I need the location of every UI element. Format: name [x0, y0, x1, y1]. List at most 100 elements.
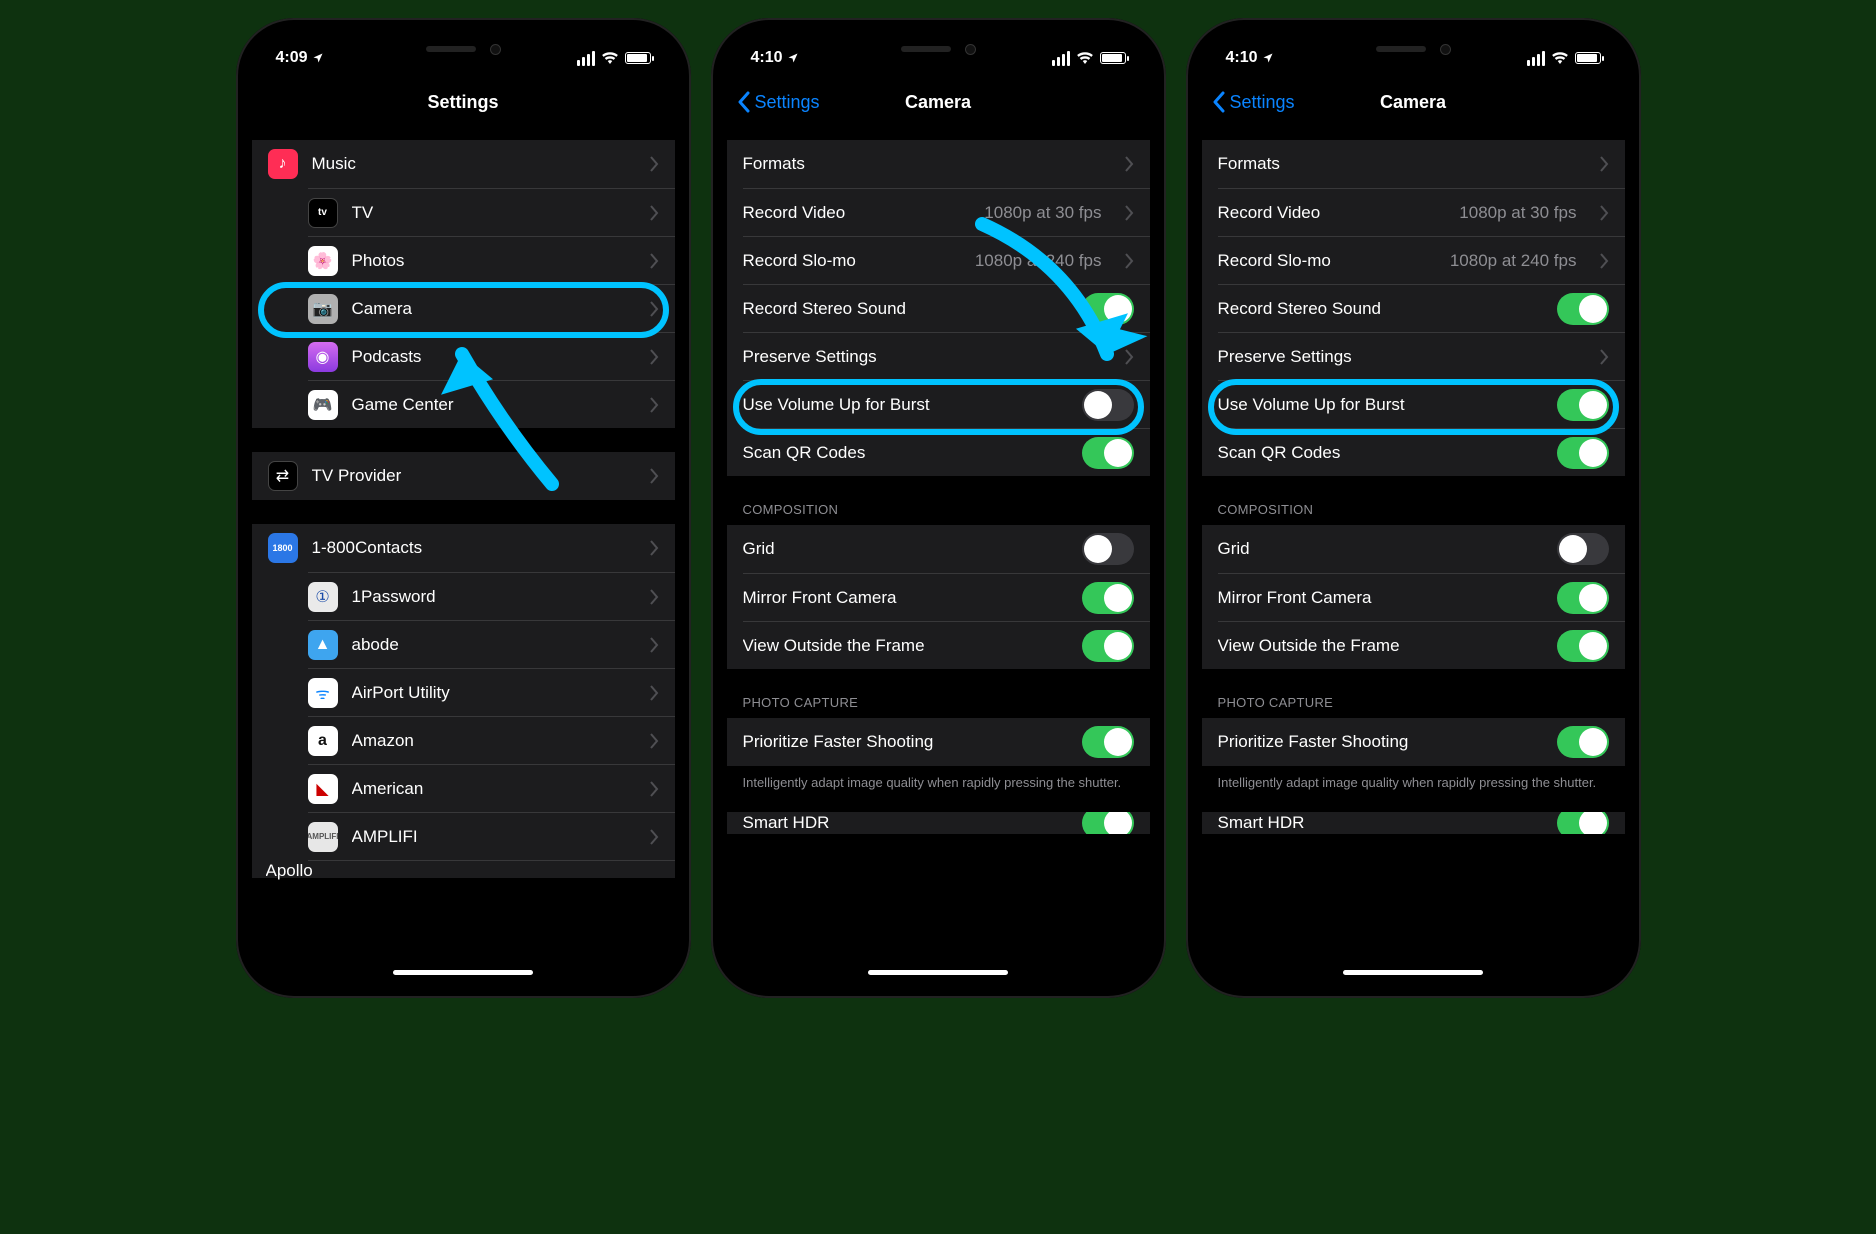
toggle-prioritize[interactable]	[1082, 726, 1134, 758]
group-thirdparty: 18001-800Contacts ①1Password ▲abode ᯤAir…	[252, 524, 675, 878]
app-icon: ᯤ	[308, 678, 338, 708]
row-prioritize[interactable]: Prioritize Faster Shooting	[727, 718, 1150, 766]
status-time: 4:09	[276, 49, 308, 67]
toggle-grid[interactable]	[1557, 533, 1609, 565]
toggle-mirror[interactable]	[1082, 582, 1134, 614]
toggle-hdr[interactable]	[1082, 812, 1134, 834]
row-tv[interactable]: tvTV	[308, 188, 675, 236]
wifi-icon	[1551, 49, 1569, 67]
battery-icon	[1100, 52, 1126, 64]
chevron-right-icon	[1599, 156, 1609, 172]
row-apollo-partial[interactable]: Apollo	[308, 860, 675, 878]
toggle-mirror[interactable]	[1557, 582, 1609, 614]
row-viewoutside[interactable]: View Outside the Frame	[743, 621, 1150, 669]
row-hdr-partial[interactable]: Smart HDR	[1202, 812, 1625, 834]
camera-icon: 📷	[308, 294, 338, 324]
music-icon: ♪	[268, 149, 298, 179]
row-qr[interactable]: Scan QR Codes	[743, 428, 1150, 476]
chevron-right-icon	[649, 156, 659, 172]
app-icon: 1800	[268, 533, 298, 563]
row-1password[interactable]: ①1Password	[308, 572, 675, 620]
cellular-icon	[1052, 51, 1070, 66]
screen-2: 4:10 Settings Camera Formats Record Vide…	[727, 34, 1150, 982]
chevron-left-icon	[1212, 91, 1226, 113]
toggle-viewoutside[interactable]	[1557, 630, 1609, 662]
toggle-burst[interactable]	[1557, 389, 1609, 421]
nav-title: Settings	[427, 92, 498, 113]
group-hdr-partial: Smart HDR	[1202, 812, 1625, 834]
chevron-right-icon	[1599, 349, 1609, 365]
row-record-video[interactable]: Record Video1080p at 30 fps	[1218, 188, 1625, 236]
row-viewoutside[interactable]: View Outside the Frame	[1218, 621, 1625, 669]
row-1800contacts[interactable]: 18001-800Contacts	[252, 524, 675, 572]
row-formats[interactable]: Formats	[1202, 140, 1625, 188]
battery-icon	[1575, 52, 1601, 64]
header-photo: PHOTO CAPTURE	[727, 695, 1150, 718]
toggle-viewoutside[interactable]	[1082, 630, 1134, 662]
group-general: Formats Record Video1080p at 30 fps Reco…	[1202, 140, 1625, 476]
screen-1: 4:09 Settings ♪Music tvTV 🌸Photos 📷Camer…	[252, 34, 675, 982]
location-icon	[1262, 52, 1274, 64]
annotation-arrow-icon	[962, 204, 1150, 394]
toggle-prioritize[interactable]	[1557, 726, 1609, 758]
row-music[interactable]: ♪Music	[252, 140, 675, 188]
device-2: 4:10 Settings Camera Formats Record Vide…	[711, 18, 1166, 998]
row-stereo[interactable]: Record Stereo Sound	[1218, 284, 1625, 332]
toggle-hdr[interactable]	[1557, 812, 1609, 834]
toggle-qr[interactable]	[1557, 437, 1609, 469]
home-indicator	[393, 970, 533, 975]
home-indicator	[1343, 970, 1483, 975]
group-composition: Grid Mirror Front Camera View Outside th…	[1202, 525, 1625, 669]
nav-title: Camera	[1380, 92, 1446, 113]
chevron-right-icon	[649, 733, 659, 749]
chevron-right-icon	[649, 301, 659, 317]
battery-icon	[625, 52, 651, 64]
row-mirror[interactable]: Mirror Front Camera	[1218, 573, 1625, 621]
row-qr[interactable]: Scan QR Codes	[1218, 428, 1625, 476]
nav-back-button[interactable]: Settings	[1212, 78, 1295, 126]
chevron-right-icon	[649, 829, 659, 845]
row-abode[interactable]: ▲abode	[308, 620, 675, 668]
row-prioritize[interactable]: Prioritize Faster Shooting	[1202, 718, 1625, 766]
annotation-arrow-icon	[402, 324, 582, 504]
nav-bar: Settings	[252, 78, 675, 126]
row-record-slomo[interactable]: Record Slo-mo1080p at 240 fps	[1218, 236, 1625, 284]
row-formats[interactable]: Formats	[727, 140, 1150, 188]
device-3: 4:10 Settings Camera Formats Record Vide…	[1186, 18, 1641, 998]
toggle-qr[interactable]	[1082, 437, 1134, 469]
group-photo: Prioritize Faster Shooting	[727, 718, 1150, 766]
podcasts-icon: ◉	[308, 342, 338, 372]
header-photo: PHOTO CAPTURE	[1202, 695, 1625, 718]
chevron-right-icon	[649, 468, 659, 484]
row-grid[interactable]: Grid	[727, 525, 1150, 573]
chevron-right-icon	[649, 781, 659, 797]
row-amplifi[interactable]: AMPLIFIAMPLIFI	[308, 812, 675, 860]
row-airport[interactable]: ᯤAirPort Utility	[308, 668, 675, 716]
screen-3: 4:10 Settings Camera Formats Record Vide…	[1202, 34, 1625, 982]
gamecenter-icon: 🎮	[308, 390, 338, 420]
settings-list[interactable]: ♪Music tvTV 🌸Photos 📷Camera ◉Podcasts 🎮G…	[252, 126, 675, 982]
chevron-right-icon	[649, 205, 659, 221]
footer-photo: Intelligently adapt image quality when r…	[727, 766, 1150, 792]
row-mirror[interactable]: Mirror Front Camera	[743, 573, 1150, 621]
nav-back-button[interactable]: Settings	[737, 78, 820, 126]
location-icon	[787, 52, 799, 64]
camera-settings[interactable]: Formats Record Video1080p at 30 fps Reco…	[1202, 126, 1625, 982]
row-amazon[interactable]: aAmazon	[308, 716, 675, 764]
chevron-right-icon	[649, 349, 659, 365]
home-indicator	[868, 970, 1008, 975]
tv-icon: tv	[308, 198, 338, 228]
status-time: 4:10	[1226, 49, 1258, 67]
row-hdr-partial[interactable]: Smart HDR	[727, 812, 1150, 834]
chevron-right-icon	[1599, 253, 1609, 269]
row-photos[interactable]: 🌸Photos	[308, 236, 675, 284]
tvprovider-icon: ⇄	[268, 461, 298, 491]
row-burst[interactable]: Use Volume Up for Burst	[1218, 380, 1625, 428]
row-preserve[interactable]: Preserve Settings	[1218, 332, 1625, 380]
nav-title: Camera	[905, 92, 971, 113]
row-grid[interactable]: Grid	[1202, 525, 1625, 573]
toggle-grid[interactable]	[1082, 533, 1134, 565]
toggle-stereo[interactable]	[1557, 293, 1609, 325]
location-icon	[312, 52, 324, 64]
row-american[interactable]: ◣American	[308, 764, 675, 812]
